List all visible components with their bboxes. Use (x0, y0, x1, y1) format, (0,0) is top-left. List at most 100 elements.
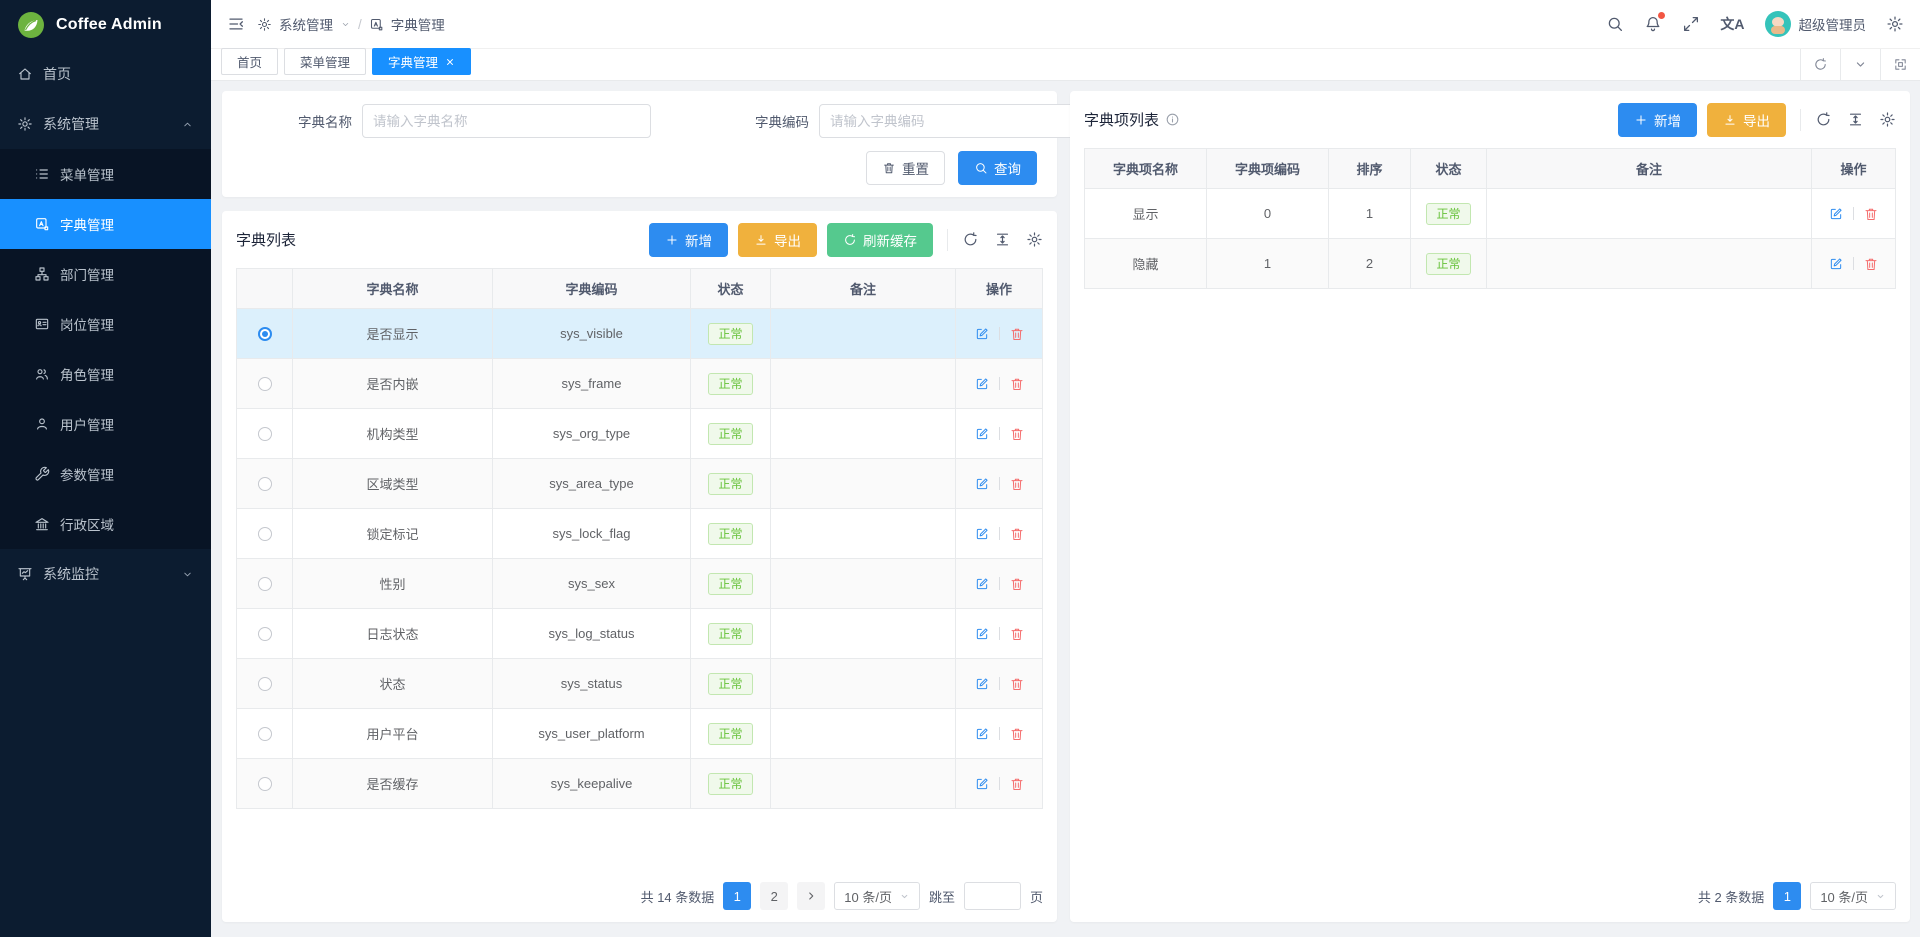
sidebar-item-system-monitor[interactable]: 系统监控 (0, 549, 211, 599)
row-radio[interactable] (258, 427, 272, 441)
search-icon (974, 161, 988, 175)
delete-icon[interactable] (1009, 726, 1025, 742)
delete-icon[interactable] (1863, 206, 1879, 222)
delete-icon[interactable] (1009, 676, 1025, 692)
sidebar-item-system-management[interactable]: 系统管理 (0, 99, 211, 149)
dict-code-input[interactable] (819, 104, 1108, 138)
sidebar-item-admin-region[interactable]: 行政区域 (0, 499, 211, 549)
delete-icon[interactable] (1863, 256, 1879, 272)
item-sort-cell: 2 (1329, 239, 1411, 289)
user-menu[interactable]: 超级管理员 (1765, 11, 1867, 37)
delete-icon[interactable] (1009, 426, 1025, 442)
sidebar-collapse-icon[interactable] (227, 15, 245, 33)
table-row[interactable]: 是否内嵌 sys_frame 正常 (237, 359, 1043, 409)
breadcrumb-system-management[interactable]: 系统管理 (279, 14, 333, 34)
table-row[interactable]: 日志状态 sys_log_status 正常 (237, 609, 1043, 659)
add-dict-item-button[interactable]: 新增 (1618, 103, 1697, 137)
sidebar-item-user-management[interactable]: 用户管理 (0, 399, 211, 449)
page-button-1[interactable]: 1 (723, 882, 751, 910)
tab-menu-management[interactable]: 菜单管理 (284, 48, 366, 75)
table-row[interactable]: 是否显示 sys_visible 正常 (237, 309, 1043, 359)
tab-home[interactable]: 首页 (221, 48, 278, 75)
edit-icon[interactable] (974, 576, 990, 592)
table-row[interactable]: 机构类型 sys_org_type 正常 (237, 409, 1043, 459)
next-page-button[interactable] (797, 882, 825, 910)
reset-button[interactable]: 重置 (866, 151, 945, 185)
row-radio[interactable] (258, 627, 272, 641)
column-settings-gear-icon[interactable] (1879, 111, 1896, 128)
language-icon[interactable]: 文A (1720, 14, 1744, 34)
table-refresh-icon[interactable] (962, 231, 979, 248)
edit-icon[interactable] (974, 426, 990, 442)
close-icon[interactable] (445, 57, 455, 67)
delete-icon[interactable] (1009, 376, 1025, 392)
row-radio[interactable] (258, 677, 272, 691)
sidebar-item-dict-management[interactable]: 字典管理 (0, 199, 211, 249)
plus-icon (1634, 113, 1648, 127)
settings-gear-icon[interactable] (1886, 15, 1904, 33)
notification-bell[interactable] (1644, 15, 1662, 33)
edit-icon[interactable] (974, 726, 990, 742)
delete-icon[interactable] (1009, 326, 1025, 342)
edit-icon[interactable] (974, 626, 990, 642)
table-row[interactable]: 性别 sys_sex 正常 (237, 559, 1043, 609)
refresh-tab-button[interactable] (1800, 49, 1840, 80)
delete-icon[interactable] (1009, 626, 1025, 642)
edit-icon[interactable] (974, 376, 990, 392)
table-row[interactable]: 状态 sys_status 正常 (237, 659, 1043, 709)
sidebar-item-menu-management[interactable]: 菜单管理 (0, 149, 211, 199)
table-row[interactable]: 区域类型 sys_area_type 正常 (237, 459, 1043, 509)
table-row[interactable]: 显示 0 1 正常 (1085, 189, 1896, 239)
table-refresh-icon[interactable] (1815, 111, 1832, 128)
search-icon[interactable] (1606, 15, 1624, 33)
row-radio[interactable] (258, 377, 272, 391)
row-radio[interactable] (258, 327, 272, 341)
row-radio[interactable] (258, 727, 272, 741)
page-size-select[interactable]: 10 条/页 (834, 882, 920, 910)
edit-icon[interactable] (974, 476, 990, 492)
table-row[interactable]: 是否缓存 sys_keepalive 正常 (237, 759, 1043, 809)
tab-dict-management[interactable]: 字典管理 (372, 48, 471, 75)
sidebar-item-dept-management[interactable]: 部门管理 (0, 249, 211, 299)
edit-icon[interactable] (1828, 206, 1844, 222)
sidebar-item-role-management[interactable]: 角色管理 (0, 349, 211, 399)
sidebar-item-parameter-management[interactable]: 参数管理 (0, 449, 211, 499)
edit-icon[interactable] (974, 326, 990, 342)
row-height-icon[interactable] (1847, 111, 1864, 128)
edit-icon[interactable] (974, 526, 990, 542)
tab-label: 字典管理 (388, 52, 438, 71)
page-button-2[interactable]: 2 (760, 882, 788, 910)
status-badge: 正常 (708, 423, 752, 445)
query-button[interactable]: 查询 (958, 151, 1037, 185)
export-dict-button[interactable]: 导出 (738, 223, 817, 257)
delete-icon[interactable] (1009, 476, 1025, 492)
export-dict-item-button[interactable]: 导出 (1707, 103, 1786, 137)
jump-page-input[interactable] (964, 882, 1021, 910)
page-button-1[interactable]: 1 (1773, 882, 1801, 910)
row-radio[interactable] (258, 577, 272, 591)
table-row[interactable]: 锁定标记 sys_lock_flag 正常 (237, 509, 1043, 559)
column-settings-gear-icon[interactable] (1026, 231, 1043, 248)
delete-icon[interactable] (1009, 576, 1025, 592)
dict-name-input[interactable] (362, 104, 651, 138)
sidebar-item-post-management[interactable]: 岗位管理 (0, 299, 211, 349)
add-dict-button[interactable]: 新增 (649, 223, 728, 257)
refresh-cache-button[interactable]: 刷新缓存 (827, 223, 933, 257)
delete-icon[interactable] (1009, 526, 1025, 542)
sidebar-item-home[interactable]: 首页 (0, 49, 211, 99)
row-radio[interactable] (258, 527, 272, 541)
table-row[interactable]: 隐藏 1 2 正常 (1085, 239, 1896, 289)
table-row[interactable]: 用户平台 sys_user_platform 正常 (237, 709, 1043, 759)
delete-icon[interactable] (1009, 776, 1025, 792)
edit-icon[interactable] (974, 776, 990, 792)
content-fullscreen-button[interactable] (1880, 49, 1920, 80)
add-button-label: 新增 (1654, 110, 1681, 130)
edit-icon[interactable] (1828, 256, 1844, 272)
edit-icon[interactable] (974, 676, 990, 692)
page-size-select[interactable]: 10 条/页 (1810, 882, 1896, 910)
row-height-icon[interactable] (994, 231, 1011, 248)
row-radio[interactable] (258, 777, 272, 791)
row-radio[interactable] (258, 477, 272, 491)
tab-options-button[interactable] (1840, 49, 1880, 80)
fullscreen-icon[interactable] (1682, 15, 1700, 33)
